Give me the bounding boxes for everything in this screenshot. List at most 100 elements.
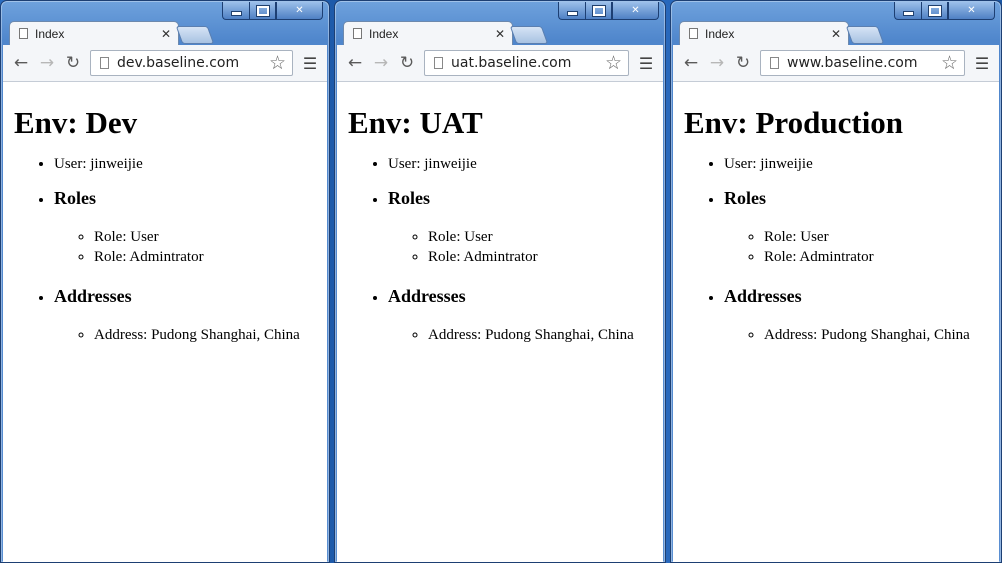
new-tab-button[interactable] (509, 26, 549, 44)
browser-toolbar: ← → ↻ uat.baseline.com ☆ ☰ (337, 45, 663, 82)
browser-toolbar: ← → ↻ www.baseline.com ☆ ☰ (673, 45, 999, 82)
maximize-icon (255, 4, 270, 17)
close-icon[interactable]: ✕ (828, 27, 844, 41)
info-list: User: jinweijie Roles Role: User Role: A… (3, 155, 327, 345)
maximize-icon (927, 4, 942, 17)
minimize-icon (566, 11, 578, 16)
roles-heading: Roles (388, 188, 430, 208)
tab-index[interactable]: Index ✕ (679, 21, 849, 45)
back-arrow-icon[interactable]: ← (678, 50, 704, 76)
hamburger-menu-icon[interactable]: ☰ (635, 52, 657, 74)
addresses-heading: Addresses (388, 286, 466, 306)
back-arrow-icon[interactable]: ← (342, 50, 368, 76)
page-icon (770, 57, 779, 69)
roles-section: Roles Role: User Role: Admintrator (388, 187, 663, 267)
minimize-button[interactable] (558, 2, 585, 20)
maximize-button[interactable] (585, 2, 612, 20)
page-icon (19, 28, 28, 39)
list-item: Role: Admintrator (428, 247, 663, 267)
reload-icon[interactable]: ↻ (730, 50, 756, 76)
user-item: User: jinweijie (388, 155, 663, 173)
list-item: Role: User (94, 227, 327, 247)
address-bar[interactable]: www.baseline.com ☆ (760, 50, 965, 76)
address-bar[interactable]: dev.baseline.com ☆ (90, 50, 293, 76)
page-icon (434, 57, 443, 69)
new-tab-button[interactable] (845, 26, 885, 44)
url-text[interactable]: dev.baseline.com (117, 55, 269, 71)
roles-section: Roles Role: User Role: Admintrator (54, 187, 327, 267)
close-window-icon: ✕ (631, 5, 640, 16)
roles-list: Role: User Role: Admintrator (388, 227, 663, 267)
addresses-list: Address: Pudong Shanghai, China (724, 325, 999, 345)
page-content: Env: UAT User: jinweijie Roles Role: Use… (337, 82, 663, 562)
browser-window-dev: ✕ Index ✕ ← → ↻ dev.baseline.com ☆ ☰ Env… (0, 0, 330, 563)
tab-index[interactable]: Index ✕ (9, 21, 179, 45)
window-controls: ✕ (894, 2, 995, 21)
window-controls: ✕ (222, 2, 323, 21)
close-window-icon: ✕ (967, 5, 976, 16)
page-content: Env: Production User: jinweijie Roles Ro… (673, 82, 999, 562)
list-item: Address: Pudong Shanghai, China (764, 325, 999, 345)
addresses-section: Addresses Address: Pudong Shanghai, Chin… (724, 285, 999, 345)
tab-title: Index (705, 26, 735, 41)
browser-toolbar: ← → ↻ dev.baseline.com ☆ ☰ (3, 45, 327, 82)
forward-arrow-icon[interactable]: → (704, 50, 730, 76)
address-bar[interactable]: uat.baseline.com ☆ (424, 50, 629, 76)
list-item: Address: Pudong Shanghai, China (94, 325, 327, 345)
close-window-button[interactable]: ✕ (948, 2, 995, 20)
url-text[interactable]: www.baseline.com (787, 55, 941, 71)
tab-index[interactable]: Index ✕ (343, 21, 513, 45)
roles-heading: Roles (54, 188, 96, 208)
user-item: User: jinweijie (54, 155, 327, 173)
new-tab-button[interactable] (175, 26, 215, 44)
tab-title: Index (35, 26, 65, 41)
page-title: Env: Dev (14, 105, 138, 140)
maximize-icon (591, 4, 606, 17)
close-window-button[interactable]: ✕ (612, 2, 659, 20)
minimize-button[interactable] (894, 2, 921, 20)
page-icon (689, 28, 698, 39)
minimize-button[interactable] (222, 2, 249, 20)
close-icon[interactable]: ✕ (492, 27, 508, 41)
user-item: User: jinweijie (724, 155, 999, 173)
addresses-section: Addresses Address: Pudong Shanghai, Chin… (388, 285, 663, 345)
hamburger-menu-icon[interactable]: ☰ (971, 52, 993, 74)
roles-heading: Roles (724, 188, 766, 208)
addresses-list: Address: Pudong Shanghai, China (54, 325, 327, 345)
url-text[interactable]: uat.baseline.com (451, 55, 605, 71)
addresses-section: Addresses Address: Pudong Shanghai, Chin… (54, 285, 327, 345)
back-arrow-icon[interactable]: ← (8, 50, 34, 76)
maximize-button[interactable] (249, 2, 276, 20)
browser-window-production: ✕ Index ✕ ← → ↻ www.baseline.com ☆ ☰ Env… (670, 0, 1002, 563)
roles-list: Role: User Role: Admintrator (54, 227, 327, 267)
page-title: Env: UAT (348, 105, 483, 140)
minimize-icon (902, 11, 914, 16)
addresses-heading: Addresses (724, 286, 802, 306)
maximize-button[interactable] (921, 2, 948, 20)
page-icon (100, 57, 109, 69)
list-item: Role: User (428, 227, 663, 247)
reload-icon[interactable]: ↻ (60, 50, 86, 76)
close-window-icon: ✕ (295, 5, 304, 16)
list-item: Role: User (764, 227, 999, 247)
close-window-button[interactable]: ✕ (276, 2, 323, 20)
window-controls: ✕ (558, 2, 659, 21)
star-icon[interactable]: ☆ (269, 52, 286, 74)
roles-list: Role: User Role: Admintrator (724, 227, 999, 267)
tab-title: Index (369, 26, 399, 41)
list-item: Address: Pudong Shanghai, China (428, 325, 663, 345)
browser-window-uat: ✕ Index ✕ ← → ↻ uat.baseline.com ☆ ☰ Env… (334, 0, 666, 563)
reload-icon[interactable]: ↻ (394, 50, 420, 76)
forward-arrow-icon[interactable]: → (34, 50, 60, 76)
page-content: Env: Dev User: jinweijie Roles Role: Use… (3, 82, 327, 562)
star-icon[interactable]: ☆ (941, 52, 958, 74)
hamburger-menu-icon[interactable]: ☰ (299, 52, 321, 74)
page-title: Env: Production (684, 105, 904, 140)
forward-arrow-icon[interactable]: → (368, 50, 394, 76)
list-item: Role: Admintrator (94, 247, 327, 267)
info-list: User: jinweijie Roles Role: User Role: A… (337, 155, 663, 345)
star-icon[interactable]: ☆ (605, 52, 622, 74)
list-item: Role: Admintrator (764, 247, 999, 267)
close-icon[interactable]: ✕ (158, 27, 174, 41)
page-icon (353, 28, 362, 39)
